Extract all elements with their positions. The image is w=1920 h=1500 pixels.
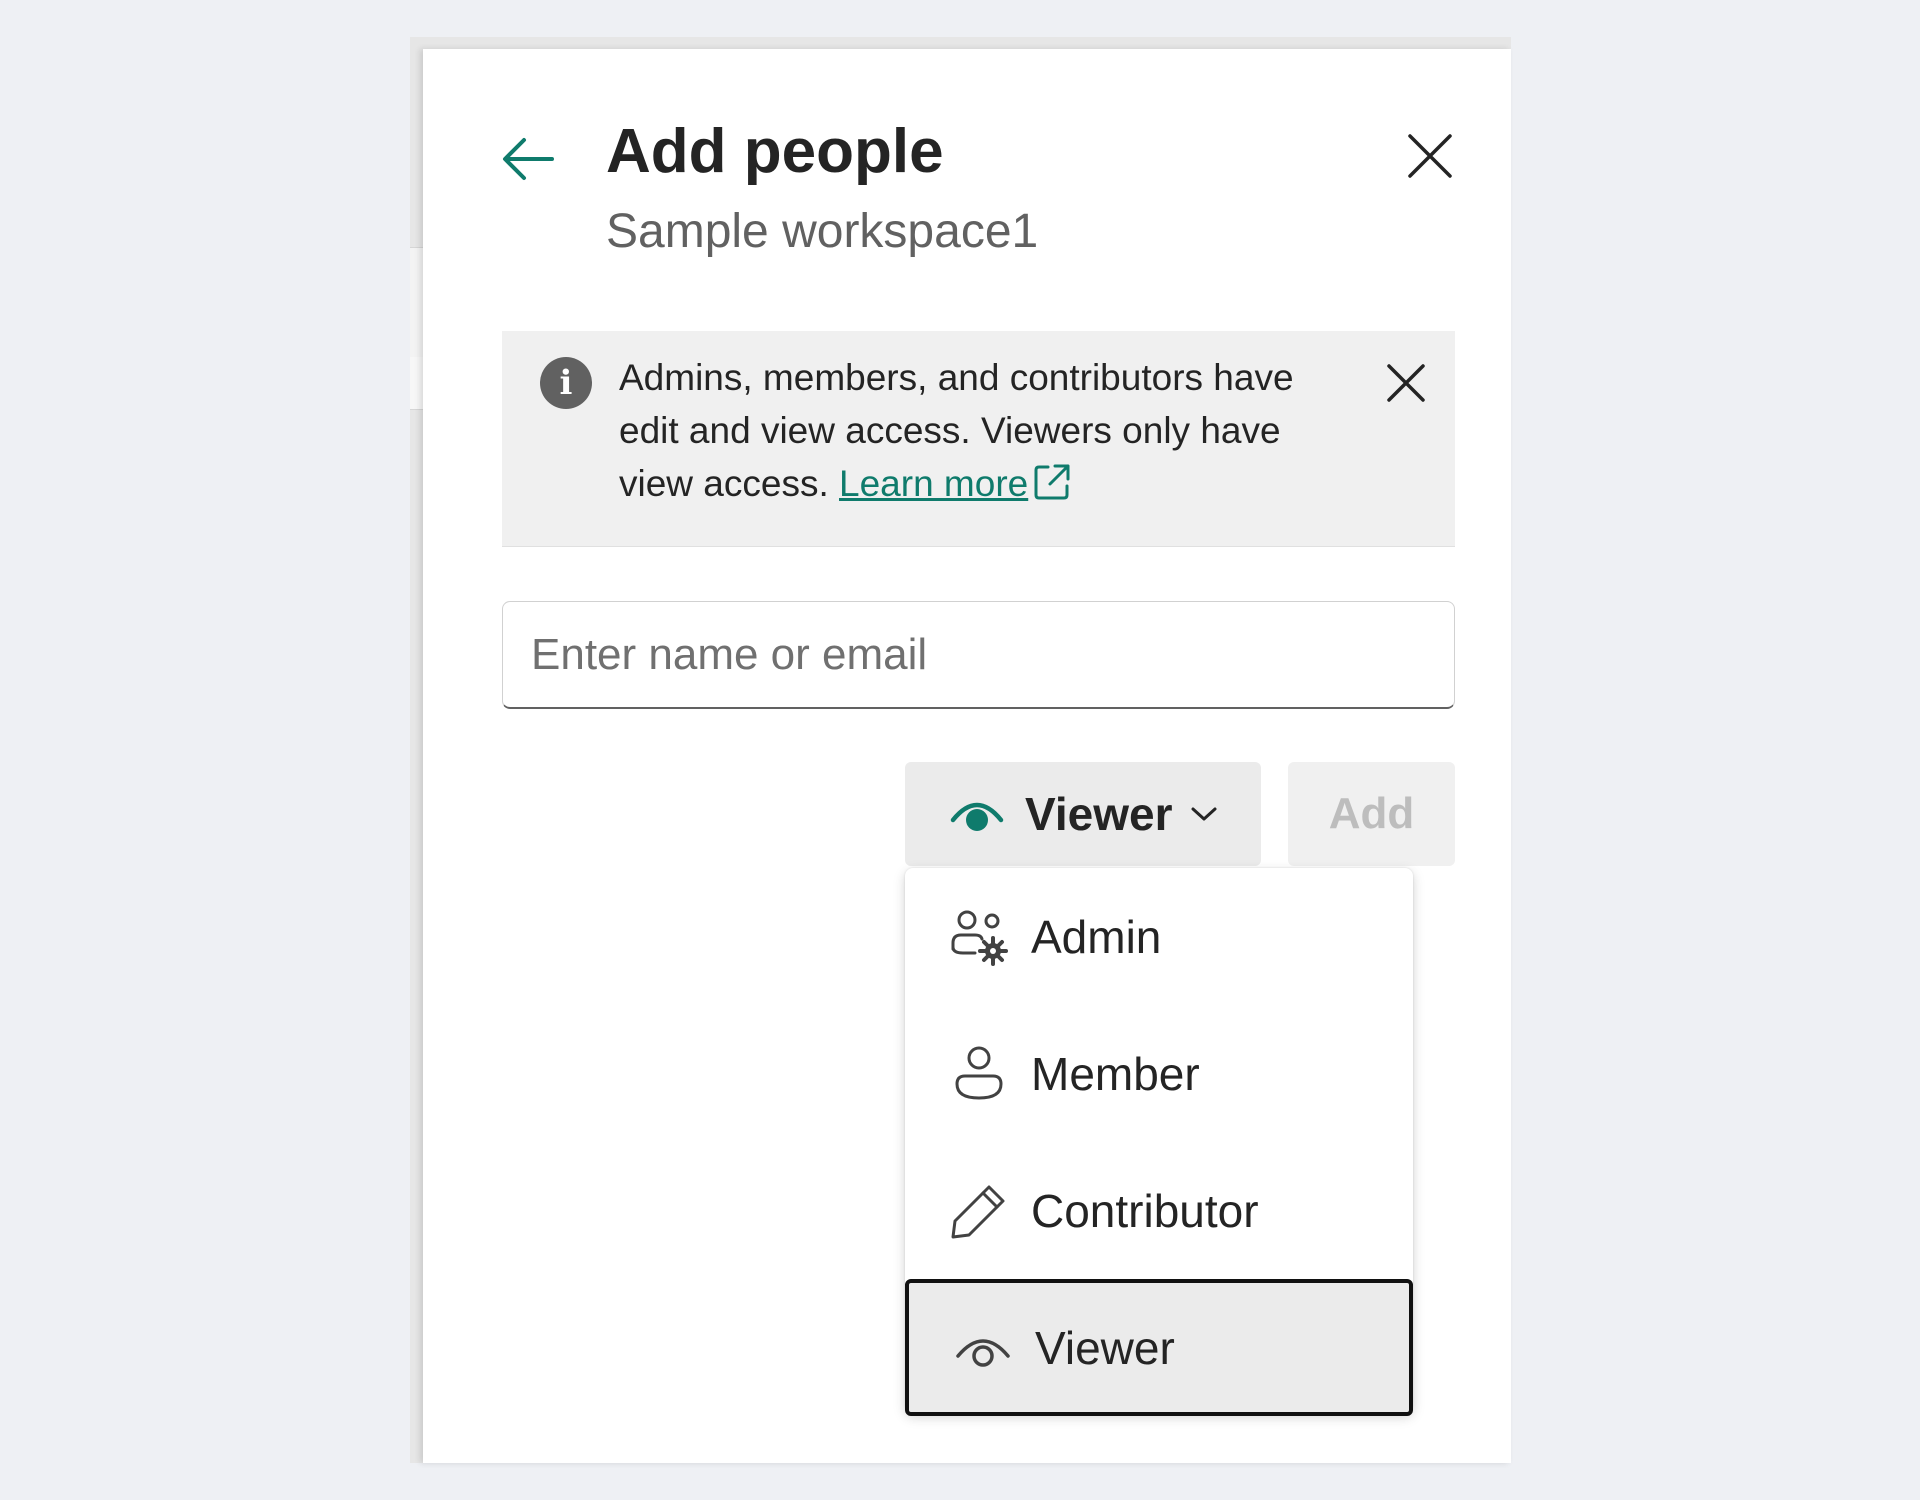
dismiss-info-button[interactable] <box>1380 357 1432 409</box>
back-button[interactable] <box>497 128 559 190</box>
dialog-title: Add people <box>606 117 944 186</box>
pencil-icon <box>949 1181 1009 1241</box>
learn-more-link[interactable]: Learn more <box>839 463 1072 504</box>
open-external-icon <box>1034 464 1070 500</box>
close-icon <box>1408 134 1452 178</box>
info-message: Admins, members, and contributors have e… <box>619 351 1359 510</box>
selected-role-label: Viewer <box>1025 788 1173 840</box>
close-button[interactable] <box>1400 126 1460 186</box>
name-or-email-input[interactable] <box>502 601 1455 709</box>
chevron-down-icon <box>1190 804 1218 824</box>
arrow-left-icon <box>503 138 554 180</box>
menu-item-viewer[interactable]: Viewer <box>905 1279 1413 1416</box>
menu-item-label: Member <box>1031 1047 1200 1100</box>
eye-icon <box>953 1326 1013 1370</box>
menu-item-label: Contributor <box>1031 1184 1259 1237</box>
menu-item-admin[interactable]: Admin <box>905 868 1413 1005</box>
menu-item-label: Viewer <box>1035 1321 1175 1374</box>
close-icon <box>1387 364 1425 402</box>
role-menu: Admin Member Contributor Viewer <box>905 868 1413 1416</box>
menu-item-member[interactable]: Member <box>905 1005 1413 1142</box>
menu-item-contributor[interactable]: Contributor <box>905 1142 1413 1279</box>
add-button[interactable]: Add <box>1288 762 1455 866</box>
role-dropdown-button[interactable]: Viewer <box>905 762 1261 866</box>
menu-item-label: Admin <box>1031 910 1162 963</box>
learn-more-label: Learn more <box>839 463 1029 504</box>
people-settings-icon <box>949 907 1009 967</box>
info-message-bar: i Admins, members, and contributors have… <box>502 331 1455 547</box>
workspace-name: Sample workspace1 <box>606 205 1039 258</box>
person-icon <box>949 1044 1009 1104</box>
info-icon: i <box>540 357 592 409</box>
eye-filled-icon <box>949 794 1005 834</box>
